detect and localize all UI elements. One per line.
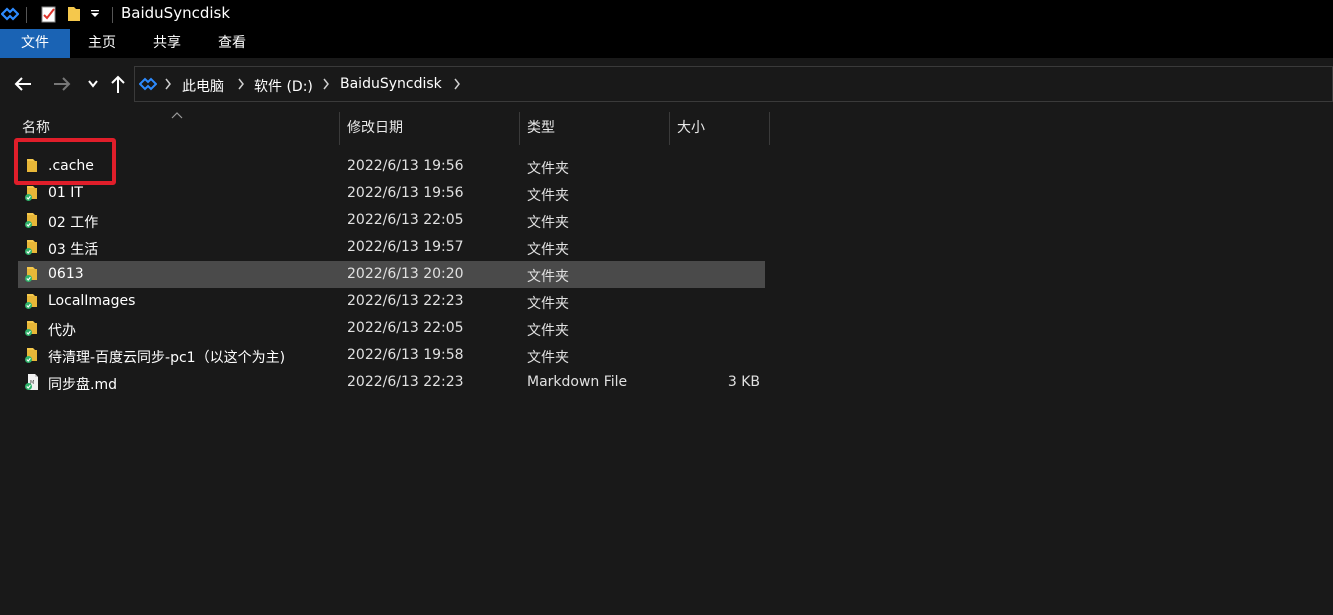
file-type: 文件夹 <box>527 296 569 312</box>
file-row[interactable]: 代办 2022/6/13 22:05 文件夹 <box>18 315 765 342</box>
tab-file[interactable]: 文件 <box>0 29 70 58</box>
properties-icon[interactable] <box>40 5 58 23</box>
file-row[interactable]: 03 生活 2022/6/13 19:57 文件夹 <box>18 234 765 261</box>
file-type: 文件夹 <box>527 188 569 204</box>
tab-view[interactable]: 查看 <box>202 29 262 58</box>
address-bar[interactable]: 此电脑 软件 (D:) BaiduSyncdisk <box>134 66 1333 102</box>
file-type: Markdown File <box>527 374 628 390</box>
file-name[interactable]: 03 生活 <box>48 239 98 259</box>
file-modified-date: 2022/6/13 19:57 <box>347 239 464 255</box>
file-type: 文件夹 <box>527 269 569 285</box>
column-divider[interactable] <box>769 112 770 145</box>
ribbon-tabs: 文件 主页 共享 查看 <box>0 29 1333 58</box>
back-arrow-icon[interactable] <box>11 72 35 96</box>
recent-locations-chevron-down-icon[interactable] <box>84 72 108 96</box>
baidu-sync-logo-icon <box>1 7 19 21</box>
toolbar-divider <box>26 7 27 23</box>
column-header-modified[interactable]: 修改日期 <box>347 112 403 145</box>
file-name[interactable]: 01 IT <box>48 185 83 201</box>
tab-share[interactable]: 共享 <box>137 29 197 58</box>
file-modified-date: 2022/6/13 19:58 <box>347 347 464 363</box>
synced-folder-icon <box>25 213 37 228</box>
file-name[interactable]: 同步盘.md <box>48 374 117 394</box>
highlight-annotation-box <box>14 138 116 185</box>
file-modified-date: 2022/6/13 19:56 <box>347 185 464 201</box>
file-row[interactable]: 02 工作 2022/6/13 22:05 文件夹 <box>18 207 765 234</box>
synced-markdown-file-icon: M <box>25 374 38 390</box>
breadcrumb-drive-d[interactable]: 软件 (D:) <box>254 76 313 96</box>
file-type: 文件夹 <box>527 323 569 339</box>
up-arrow-icon[interactable] <box>106 72 130 96</box>
synced-folder-icon <box>25 294 37 309</box>
toolbar-divider <box>112 7 113 23</box>
synced-folder-icon <box>25 321 37 336</box>
file-row[interactable]: LocalImages 2022/6/13 22:23 文件夹 <box>18 288 765 315</box>
file-name[interactable]: LocalImages <box>48 293 135 309</box>
customize-quick-access-icon[interactable] <box>90 10 100 18</box>
synced-folder-icon <box>25 186 37 201</box>
file-modified-date: 2022/6/13 19:56 <box>347 158 464 174</box>
file-name[interactable]: 待清理-百度云同步-pc1（以这个为主) <box>48 347 285 367</box>
synced-folder-icon <box>25 267 37 282</box>
column-divider[interactable] <box>669 112 670 145</box>
synced-folder-icon <box>25 348 37 363</box>
tab-home[interactable]: 主页 <box>72 29 132 58</box>
sort-ascending-icon <box>171 112 183 119</box>
file-row[interactable]: .cache 2022/6/13 19:56 文件夹 <box>18 153 765 180</box>
file-name[interactable]: 0613 <box>48 266 84 282</box>
file-type: 文件夹 <box>527 242 569 258</box>
baidu-sync-location-icon <box>139 77 157 91</box>
new-folder-icon[interactable] <box>66 5 82 23</box>
file-modified-date: 2022/6/13 22:05 <box>347 320 464 336</box>
file-modified-date: 2022/6/13 22:05 <box>347 212 464 228</box>
file-type: 文件夹 <box>527 350 569 366</box>
navigation-bar: 此电脑 软件 (D:) BaiduSyncdisk <box>0 58 1333 110</box>
file-name[interactable]: 02 工作 <box>48 212 98 232</box>
forward-arrow-icon[interactable] <box>50 72 74 96</box>
file-row[interactable]: 0613 2022/6/13 20:20 文件夹 <box>18 261 765 288</box>
file-row[interactable]: 01 IT 2022/6/13 19:56 文件夹 <box>18 180 765 207</box>
window-title: BaiduSyncdisk <box>121 4 231 22</box>
file-modified-date: 2022/6/13 22:23 <box>347 374 464 390</box>
file-type: 文件夹 <box>527 215 569 231</box>
file-row[interactable]: 待清理-百度云同步-pc1（以这个为主) 2022/6/13 19:58 文件夹 <box>18 342 765 369</box>
file-size: 3 KB <box>727 374 760 390</box>
file-modified-date: 2022/6/13 20:20 <box>347 266 464 282</box>
breadcrumb-chevron-icon[interactable] <box>452 77 462 91</box>
breadcrumb-baidusyncdisk[interactable]: BaiduSyncdisk <box>340 76 442 92</box>
column-header-type[interactable]: 类型 <box>527 112 555 145</box>
file-name[interactable]: 代办 <box>48 320 76 340</box>
breadcrumb-chevron-icon[interactable] <box>321 77 331 91</box>
title-bar: BaiduSyncdisk <box>0 0 1333 29</box>
synced-folder-icon <box>25 240 37 255</box>
breadcrumb-chevron-icon[interactable] <box>163 77 173 91</box>
column-divider[interactable] <box>519 112 520 145</box>
breadcrumb-this-pc[interactable]: 此电脑 <box>182 76 224 96</box>
file-type: 文件夹 <box>527 161 569 177</box>
file-row[interactable]: M 同步盘.md 2022/6/13 22:23 Markdown File 3 KB <box>18 369 765 396</box>
file-modified-date: 2022/6/13 22:23 <box>347 293 464 309</box>
column-header-size[interactable]: 大小 <box>677 112 705 145</box>
breadcrumb-chevron-icon[interactable] <box>236 77 246 91</box>
column-divider[interactable] <box>339 112 340 145</box>
